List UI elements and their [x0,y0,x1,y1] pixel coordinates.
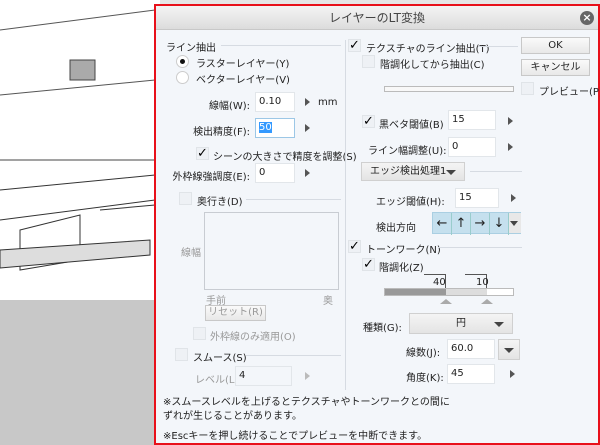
precision-value: 50 [259,122,272,133]
precision-input[interactable]: 50 [255,118,295,138]
column-divider [345,40,346,390]
chevron-down-icon [446,170,456,175]
cancel-button[interactable]: キャンセル [521,59,590,76]
posterize-checkbox[interactable]: ✓ [362,258,375,271]
line-width-unit: mm [318,97,338,108]
divider [221,45,341,46]
texture-checkbox[interactable]: ✓ [348,39,361,52]
divider [246,199,341,200]
direction-label: 検出方向 [376,223,416,234]
black-threshold-arrow[interactable] [508,117,513,125]
chevron-down-icon [494,322,504,327]
edge-threshold-arrow[interactable] [511,194,516,202]
raster-radio[interactable] [176,55,189,68]
level-arrow[interactable] [305,372,310,380]
divider [246,355,341,356]
slider-handle-1[interactable] [440,299,452,304]
posterize-label: 階調化(Z) [379,263,424,274]
note-line-3: ※Escキーを押し続けることでプレビューを中断できます。 [163,431,428,442]
smooth-checkbox[interactable] [175,348,188,361]
angle-arrow[interactable] [510,370,515,378]
edge-mode-value: エッジ検出処理1 [370,166,447,177]
scene-adjust-checkbox[interactable]: ✓ [196,147,209,160]
lines-dropdown[interactable] [498,339,520,360]
chevron-down-icon [504,348,514,353]
divider [438,247,522,248]
divider [470,171,522,172]
angle-label: 角度(K): [406,373,444,384]
slider-dark-segment [385,289,446,295]
posterize-first-label: 階調化してから抽出(C) [380,60,485,71]
black-threshold-label: 黒ベタ閾値(B) [379,120,444,131]
outline-only-checkbox[interactable] [193,327,206,340]
edge-threshold-input[interactable]: 15 [455,188,499,208]
outline-input[interactable]: 0 [255,163,295,183]
line-width-label: 線幅(W): [208,101,250,112]
level2-value: 10 [476,277,489,288]
depth-checkbox[interactable] [179,192,192,205]
vector-label: ベクターレイヤー(V) [196,75,290,86]
level1-value: 40 [433,277,446,288]
line-width-adjust-input[interactable]: 0 [448,137,496,157]
posterize-slider[interactable] [384,288,514,296]
depth-graph-ylabel: 線幅 [181,248,201,259]
black-threshold-input[interactable]: 15 [448,110,496,130]
direction-down-button[interactable]: ↓ [490,213,509,235]
outline-arrow[interactable] [305,169,310,177]
posterize-first-checkbox[interactable] [362,55,375,68]
outline-label: 外枠線強調度(E): [172,172,251,183]
tonework-checkbox[interactable]: ✓ [348,240,361,253]
type-dropdown[interactable]: 円 [409,313,513,334]
texture-label: テクスチャのライン抽出(T) [366,44,490,55]
line-width-input[interactable]: 0.10 [255,92,295,112]
close-icon[interactable]: × [580,11,594,25]
note-line-1: ※スムースレベルを上げるとテクスチャやトーンワークとの間に [163,397,450,408]
line-extraction-label: ライン抽出 [166,43,216,54]
type-label: 種類(G): [363,323,402,334]
outline-only-label: 外枠線のみ適用(O) [210,332,296,343]
preview-label: プレビュー(P) [539,87,600,98]
depth-label: 奥行き(D) [197,197,243,208]
raster-label: ラスターレイヤー(Y) [196,59,290,70]
direction-right-button[interactable]: → [471,213,490,235]
tonework-label: トーンワーク(N) [366,245,441,256]
classroom-sketch [0,0,160,445]
smooth-label: スムース(S) [193,353,247,364]
angle-input[interactable]: 45 [447,364,495,384]
slider-mid-segment [446,289,487,295]
scene-adjust-label: シーンの大きさで精度を調整(S) [213,152,357,163]
direction-left-button[interactable]: ← [433,213,452,235]
line-width-adjust-label: ライン幅調整(U): [368,146,447,157]
line-width-arrow[interactable] [305,98,310,106]
lines-label: 線数(J): [406,348,441,359]
precision-arrow[interactable] [305,124,310,132]
note-line-2: ずれが生じることがあります。 [163,411,302,422]
type-value: 円 [456,318,466,329]
direction-dropdown[interactable] [509,213,521,233]
reset-button[interactable]: リセット(R) [205,305,266,321]
direction-up-button[interactable]: ↑ [452,213,471,235]
divider [478,46,518,47]
edge-threshold-label: エッジ閾値(H): [376,197,445,208]
edge-mode-dropdown[interactable]: エッジ検出処理1 [361,162,465,181]
direction-buttons: ← ↑ → ↓ [432,212,521,235]
dialog-title: レイヤーのLT変換 [156,6,598,30]
slider-handle-2[interactable] [481,299,493,304]
chevron-down-icon [510,221,518,226]
level-input[interactable]: 4 [235,366,292,386]
depth-graph[interactable] [204,212,339,290]
lines-input[interactable]: 60.0 [447,339,495,359]
preview-checkbox[interactable] [521,82,534,95]
progress-bar [384,86,514,92]
ok-button[interactable]: OK [521,37,590,54]
precision-label: 検出精度(F): [193,127,250,138]
vector-radio[interactable] [176,71,189,84]
lt-conversion-dialog: レイヤーのLT変換 × ライン抽出 ラスターレイヤー(Y) ベクターレイヤー(V… [154,4,600,445]
line-width-adjust-arrow[interactable] [508,143,513,151]
black-threshold-checkbox[interactable]: ✓ [362,115,375,128]
depth-far-label: 奥 [323,296,333,307]
